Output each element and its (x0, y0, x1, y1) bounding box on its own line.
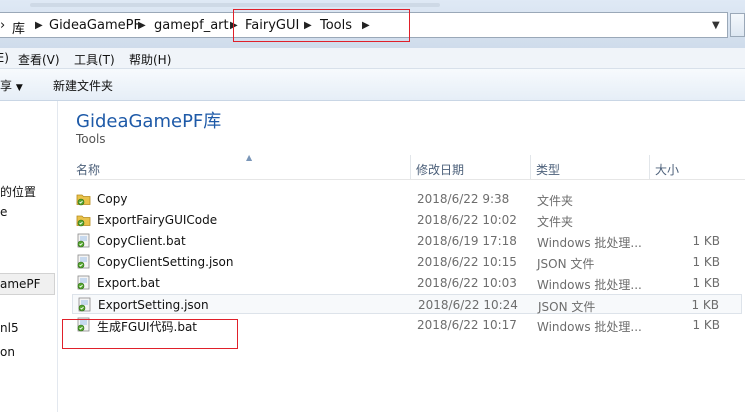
file-name: CopyClientSetting.json (97, 255, 234, 269)
column-date-header[interactable]: 修改日期 (416, 161, 464, 178)
file-list-pane: GideaGamePF库 Tools ▲ 名称 修改日期 类型 大小 Copy 2… (58, 101, 745, 412)
file-row[interactable]: Export.bat 2018/6/22 10:03 Windows 批处理... 1… (72, 273, 742, 293)
breadcrumb-fairygui[interactable]: FairyGUI (245, 18, 299, 33)
file-row[interactable]: Copy 2018/6/22 9:38 文件夹 (72, 189, 742, 209)
folder-icon (76, 191, 91, 206)
column-name-header[interactable]: 名称 (76, 161, 100, 178)
refresh-button[interactable] (730, 13, 745, 37)
menu-edit[interactable]: (E) (0, 51, 9, 65)
column-divider[interactable] (410, 155, 411, 179)
address-bar[interactable]: › 库 ▶ GideaGamePF ▶ gamepf_art ▶ FairyGU… (0, 12, 728, 38)
file-date: 2018/6/22 10:02 (417, 213, 517, 227)
file-size: 1 KB (692, 318, 720, 332)
menu-help[interactable]: 帮助(H) (129, 51, 171, 68)
menu-tools[interactable]: 工具(T) (74, 51, 115, 68)
batch-file-icon (76, 317, 91, 332)
breadcrumb-tools[interactable]: Tools (320, 18, 352, 33)
file-type: Windows 批处理... (537, 320, 642, 334)
breadcrumb-gideagamepf[interactable]: GideaGamePF (49, 18, 141, 33)
sidebar-item-json[interactable]: on (0, 345, 15, 359)
file-size: 1 KB (692, 276, 720, 290)
column-divider[interactable] (649, 155, 650, 179)
json-file-icon (77, 297, 92, 312)
file-row[interactable]: ExportSetting.json 2018/6/22 10:24 JSON 文件… (72, 294, 742, 314)
file-row[interactable]: CopyClient.bat 2018/6/19 17:18 Windows 批处理… (72, 231, 742, 251)
breadcrumb-gamepf-art[interactable]: gamepf_art (154, 18, 229, 33)
new-folder-button[interactable]: 新建文件夹 (53, 77, 113, 94)
breadcrumb-separator-icon[interactable]: ▶ (138, 20, 146, 31)
file-name: 生成FGUI代码.bat (97, 320, 198, 334)
sidebar-item-html5[interactable]: nl5 (0, 321, 19, 335)
command-toolbar: 享 ▼ 新建文件夹 (0, 69, 745, 101)
chevron-down-icon: ▼ (15, 83, 23, 93)
file-date: 2018/6/19 17:18 (417, 234, 517, 248)
file-type: JSON 文件 (537, 257, 595, 271)
file-name: ExportFairyGUICode (97, 213, 218, 227)
file-row[interactable]: ExportFairyGUICode 2018/6/22 10:02 文件夹 (72, 210, 742, 230)
address-history-dropdown-icon[interactable]: ▼ (712, 20, 720, 31)
file-size: 1 KB (691, 298, 719, 312)
menu-bar: (E) 查看(V) 工具(T) 帮助(H) (0, 48, 745, 69)
file-type: 文件夹 (537, 215, 574, 229)
breadcrumb-separator-icon[interactable]: ▶ (35, 20, 43, 31)
file-type: 文件夹 (537, 194, 574, 208)
library-subtitle: Tools (76, 132, 106, 146)
file-type: Windows 批处理... (537, 236, 642, 250)
sidebar-item-partial[interactable]: e (0, 205, 7, 219)
file-date: 2018/6/22 10:03 (417, 276, 517, 290)
file-name: ExportSetting.json (98, 298, 209, 312)
column-divider[interactable] (530, 155, 531, 179)
file-size: 1 KB (692, 234, 720, 248)
breadcrumb-separator-icon[interactable]: ▶ (230, 20, 238, 31)
batch-file-icon (76, 233, 91, 248)
share-label: 享 (0, 79, 13, 93)
file-size: 1 KB (692, 255, 720, 269)
breadcrumb-up-arrow-icon[interactable]: › (0, 18, 5, 33)
breadcrumb-library[interactable]: 库 (12, 18, 25, 37)
address-bar-area: › 库 ▶ GideaGamePF ▶ gamepf_art ▶ FairyGU… (0, 0, 745, 48)
file-row[interactable]: CopyClientSetting.json 2018/6/22 10:15 JSO… (72, 252, 742, 272)
file-date: 2018/6/22 10:24 (418, 298, 518, 312)
file-date: 2018/6/22 10:17 (417, 318, 517, 332)
window-title-strip (0, 0, 745, 10)
sidebar-item-gamepf[interactable]: amePF (0, 277, 41, 291)
file-name: Export.bat (97, 276, 160, 290)
folder-icon (76, 212, 91, 227)
file-date: 2018/6/22 9:38 (417, 192, 510, 206)
file-name: CopyClient.bat (97, 234, 186, 248)
breadcrumb-separator-icon[interactable]: ▶ (304, 20, 312, 31)
breadcrumb-separator-icon[interactable]: ▶ (362, 20, 370, 31)
file-row[interactable]: 生成FGUI代码.bat 2018/6/22 10:17 Windows 批处理..… (72, 315, 742, 335)
share-button[interactable]: 享 ▼ (0, 77, 23, 94)
navigation-pane: 的位置 e amePF nl5 on (0, 101, 58, 412)
file-name: Copy (97, 192, 128, 206)
library-title: GideaGamePF库 (76, 111, 222, 132)
batch-file-icon (76, 275, 91, 290)
json-file-icon (76, 254, 91, 269)
column-header-row: ▲ 名称 修改日期 类型 大小 (70, 153, 745, 180)
file-type: JSON 文件 (538, 300, 596, 314)
column-size-header[interactable]: 大小 (655, 161, 679, 178)
file-date: 2018/6/22 10:15 (417, 255, 517, 269)
menu-view[interactable]: 查看(V) (18, 51, 60, 68)
sidebar-item-recent-places[interactable]: 的位置 (0, 183, 36, 200)
file-type: Windows 批处理... (537, 278, 642, 292)
sort-ascending-icon: ▲ (246, 153, 253, 162)
column-type-header[interactable]: 类型 (536, 161, 560, 178)
